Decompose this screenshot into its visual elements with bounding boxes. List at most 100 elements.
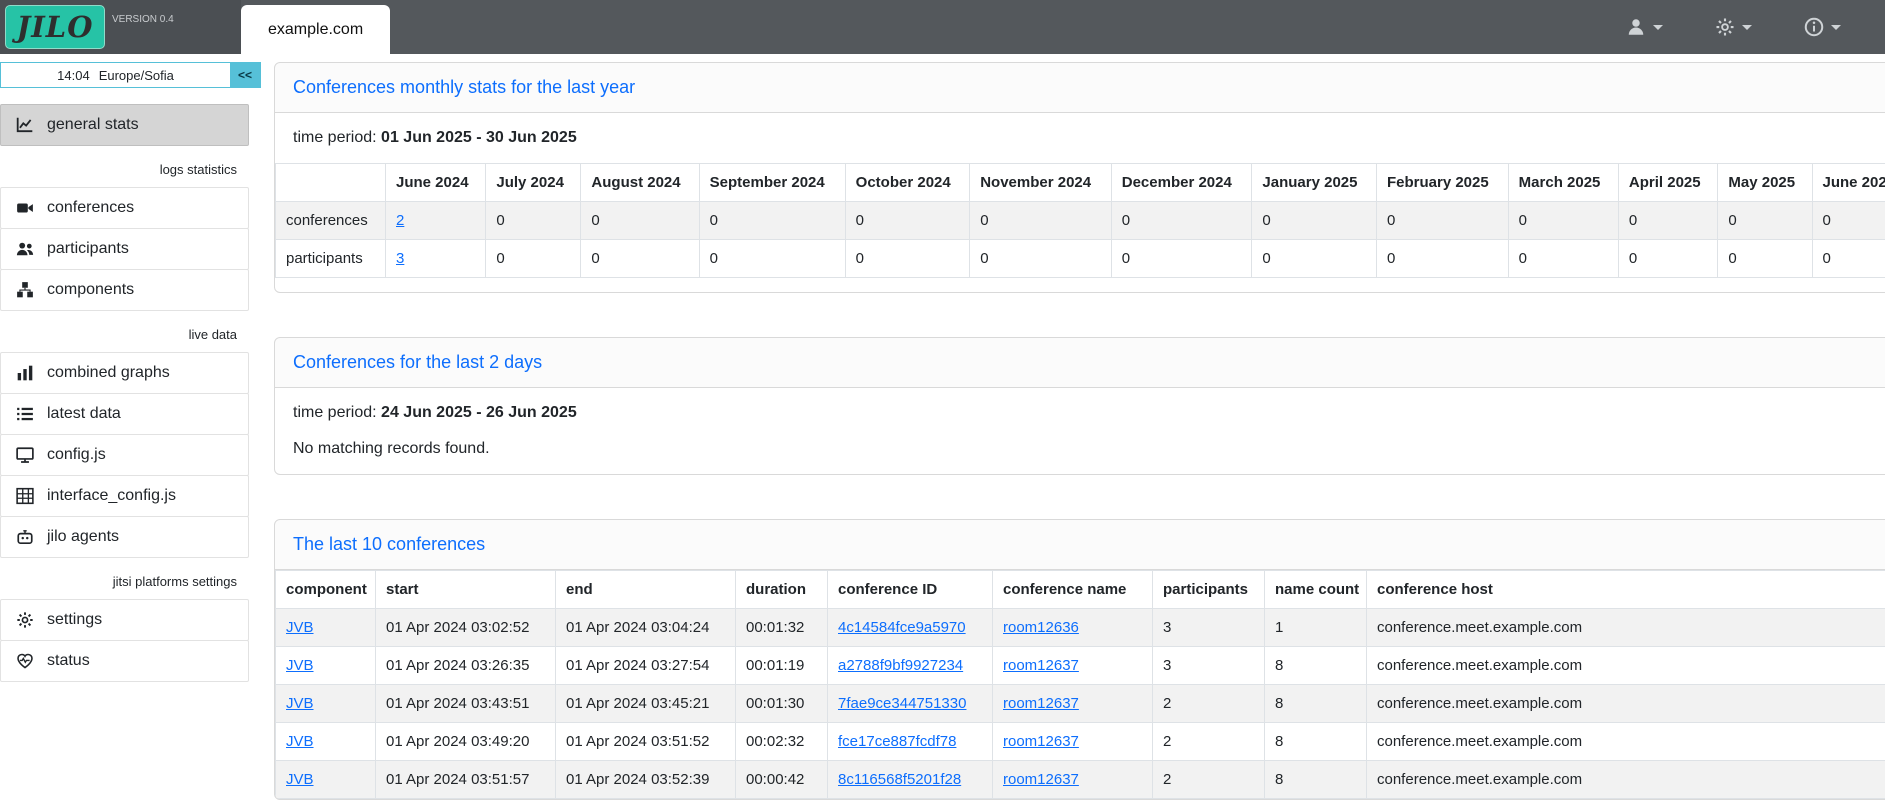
monthly-cell: 0 [1812, 240, 1885, 278]
monitor-icon [15, 446, 35, 464]
conference-link[interactable]: JVB [286, 695, 314, 712]
jilo-logo[interactable]: JILO [5, 5, 105, 49]
monthly-stat-link[interactable]: 3 [396, 250, 404, 267]
conference-cell: conference.meet.example.com [1367, 647, 1885, 685]
menu-group-platform: settings status [0, 599, 261, 682]
sidebar-item-label: general stats [47, 116, 139, 134]
monthly-cell: 0 [1618, 202, 1717, 240]
conference-link[interactable]: JVB [286, 733, 314, 750]
sidebar-item-label: components [47, 281, 134, 299]
conference-link[interactable]: room12637 [1003, 771, 1079, 788]
card-bottom-pad [275, 278, 1885, 292]
monthly-cell: 0 [1111, 202, 1252, 240]
conferences-column-header: start [376, 571, 556, 609]
monthly-cell: 0 [486, 240, 581, 278]
monthly-column-header: May 2025 [1718, 164, 1812, 202]
sidebar-item-participants[interactable]: participants [0, 228, 249, 270]
monthly-stat-link[interactable]: 2 [396, 212, 404, 229]
sidebar-item-label: combined graphs [47, 364, 170, 382]
user-menu-dropdown[interactable] [1626, 17, 1663, 37]
conference-cell: room12637 [993, 723, 1153, 761]
monthly-cell: 0 [970, 240, 1112, 278]
chevron-down-icon [1653, 25, 1663, 30]
sidebar-item-status[interactable]: status [0, 640, 249, 682]
sidebar-item-interface-config-js[interactable]: interface_config.js [0, 475, 249, 517]
sidebar-item-label: status [47, 652, 90, 670]
conference-cell: 00:01:30 [736, 685, 828, 723]
sidebar-item-label: jilo agents [47, 528, 119, 546]
sidebar-item-settings[interactable]: settings [0, 599, 249, 641]
clock-widget: 14:04 Europe/Sofia << [0, 62, 261, 88]
sidebar-item-combined-graphs[interactable]: combined graphs [0, 352, 249, 394]
conference-link[interactable]: fce17ce887fcdf78 [838, 733, 956, 750]
sidebar-item-latest-data[interactable]: latest data [0, 393, 249, 435]
sidebar-section-jitsi-platforms-settings: jitsi platforms settings [0, 558, 261, 599]
conference-link[interactable]: room12636 [1003, 619, 1079, 636]
card-title: Conferences monthly stats for the last y… [293, 77, 635, 98]
conference-link[interactable]: JVB [286, 619, 314, 636]
line-chart-icon [15, 116, 35, 134]
components-icon [15, 281, 35, 299]
conferences-table-head-row: componentstartenddurationconference IDco… [276, 571, 1885, 609]
info-menu-dropdown[interactable] [1804, 17, 1841, 37]
chevron-down-icon [1742, 25, 1752, 30]
robot-icon [15, 528, 35, 546]
conference-cell: 01 Apr 2024 03:49:20 [376, 723, 556, 761]
card-title: Conferences for the last 2 days [293, 352, 542, 373]
heart-pulse-icon [15, 652, 35, 670]
conference-cell: 01 Apr 2024 03:02:52 [376, 609, 556, 647]
conference-cell: 2 [1153, 723, 1265, 761]
time-period-label: time period: [293, 404, 377, 421]
sidebar-item-label: settings [47, 611, 102, 629]
tab-example-com[interactable]: example.com [241, 5, 390, 54]
conference-cell: 8 [1265, 685, 1367, 723]
conference-row: JVB01 Apr 2024 03:49:2001 Apr 2024 03:51… [276, 723, 1885, 761]
conference-cell: room12636 [993, 609, 1153, 647]
monthly-cell: 0 [486, 202, 581, 240]
conference-link[interactable]: 8c116568f5201f28 [838, 771, 961, 788]
conference-cell: 3 [1153, 647, 1265, 685]
sidebar-item-jilo-agents[interactable]: jilo agents [0, 516, 249, 558]
conference-row: JVB01 Apr 2024 03:43:5101 Apr 2024 03:45… [276, 685, 1885, 723]
conference-link[interactable]: JVB [286, 657, 314, 674]
card-title: The last 10 conferences [293, 534, 485, 555]
monthly-column-header: June 2024 [386, 164, 486, 202]
conferences-column-header: duration [736, 571, 828, 609]
last-10-conferences-card: The last 10 conferences componentstarten… [274, 519, 1885, 800]
conference-link[interactable]: a2788f9bf9927234 [838, 657, 963, 674]
app-root: JILO VERSION 0.4 example.com [0, 0, 1885, 809]
monthly-cell: 2 [386, 202, 486, 240]
sidebar-collapse-button[interactable]: << [230, 63, 260, 87]
monthly-column-header: July 2024 [486, 164, 581, 202]
sidebar-item-label: config.js [47, 446, 106, 464]
sidebar-item-general-stats[interactable]: general stats [0, 104, 249, 146]
conference-cell: 00:01:32 [736, 609, 828, 647]
menu-group-logs: conferences participants components [0, 187, 261, 311]
users-icon [15, 240, 35, 258]
conference-link[interactable]: room12637 [1003, 657, 1079, 674]
sidebar-item-components[interactable]: components [0, 269, 249, 311]
sidebar-item-conferences[interactable]: conferences [0, 187, 249, 229]
monthly-column-header: January 2025 [1252, 164, 1377, 202]
conference-link[interactable]: 4c14584fce9a5970 [838, 619, 966, 636]
conference-link[interactable]: room12637 [1003, 695, 1079, 712]
monthly-cell: 0 [970, 202, 1112, 240]
monthly-cell: 0 [1252, 240, 1377, 278]
last-2-days-card-header: Conferences for the last 2 days [275, 338, 1885, 388]
brand-area: JILO VERSION 0.4 [0, 0, 241, 54]
conference-link[interactable]: JVB [286, 771, 314, 788]
time-period: time period: 01 Jun 2025 - 30 Jun 2025 [293, 129, 1885, 147]
version-label: VERSION 0.4 [112, 14, 174, 25]
conference-cell: 01 Apr 2024 03:27:54 [556, 647, 736, 685]
conference-cell: conference.meet.example.com [1367, 609, 1885, 647]
conference-link[interactable]: 7fae9ce344751330 [838, 695, 966, 712]
sidebar-item-config-js[interactable]: config.js [0, 434, 249, 476]
monthly-row-label: conferences [276, 202, 386, 240]
conference-link[interactable]: room12637 [1003, 733, 1079, 750]
empty-message: No matching records found. [293, 440, 1885, 458]
conference-cell: 2 [1153, 685, 1265, 723]
settings-menu-dropdown[interactable] [1715, 17, 1752, 37]
info-icon [1804, 17, 1824, 37]
bar-chart-icon [15, 364, 35, 382]
conference-cell: 1 [1265, 609, 1367, 647]
